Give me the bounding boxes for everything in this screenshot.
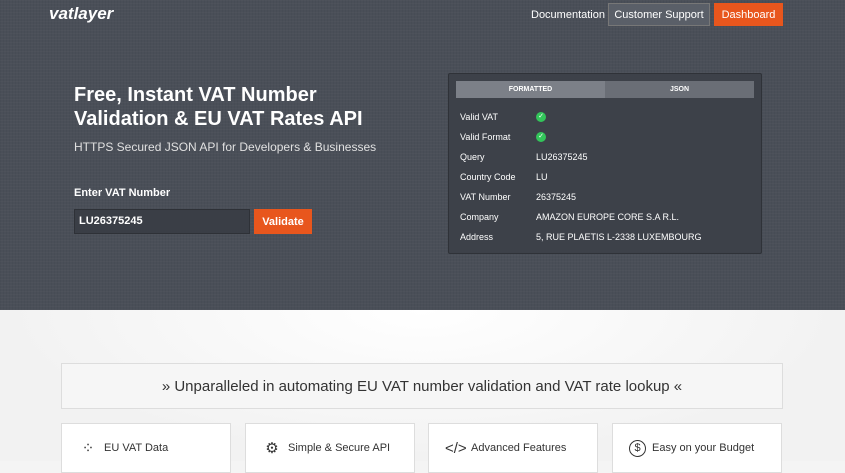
- feature-label: Easy on your Budget: [652, 442, 755, 454]
- feature-card: ⁘ EU VAT Data: [61, 423, 231, 473]
- feature-label: EU VAT Data: [104, 442, 169, 454]
- validate-button[interactable]: Validate: [254, 209, 312, 234]
- gears-icon: ⚙: [265, 440, 279, 457]
- row-value: LU: [536, 172, 548, 182]
- result-row: Valid Format ✓: [460, 132, 546, 142]
- row-value: AMAZON EUROPE CORE S.A R.L.: [536, 212, 680, 222]
- feature-label: Simple & Secure API: [288, 442, 391, 454]
- row-value: 5, RUE PLAETIS L-2338 LUXEMBOURG: [536, 232, 702, 242]
- row-value: LU26375245: [536, 152, 588, 162]
- row-key: Country Code: [460, 172, 516, 182]
- page-title: Free, Instant VAT Number Validation & EU…: [74, 84, 363, 130]
- result-row: Query LU26375245: [460, 152, 588, 162]
- subtitle: HTTPS Secured JSON API for Developers & …: [74, 140, 377, 154]
- vat-number-input[interactable]: LU26375245: [74, 209, 250, 234]
- feature-card: </> Advanced Features: [428, 423, 598, 473]
- row-value: 26375245: [536, 192, 577, 202]
- vat-input-label: Enter VAT Number: [74, 187, 171, 199]
- feature-card: ⚙ Simple & Secure API: [245, 423, 415, 473]
- row-key: VAT Number: [460, 192, 511, 202]
- result-row: Valid VAT ✓: [460, 112, 546, 122]
- result-row: Address 5, RUE PLAETIS L-2338 LUXEMBOURG: [460, 232, 702, 242]
- result-row: VAT Number 26375245: [460, 192, 576, 202]
- result-row: Country Code LU: [460, 172, 548, 182]
- result-panel: FORMATTED JSON Valid VAT ✓ Valid Format ✓ …: [448, 73, 762, 254]
- row-key: Valid Format: [460, 132, 511, 142]
- row-key: Address: [460, 232, 494, 242]
- tagline-banner: » Unparalleled in automating EU VAT numb…: [61, 363, 783, 409]
- dollar-icon: $: [629, 439, 646, 457]
- check-icon: ✓: [536, 132, 546, 142]
- logo[interactable]: vatlayer: [49, 4, 113, 24]
- hero-section: vatlayer Documentation Customer Support …: [0, 0, 845, 310]
- code-icon: </>: [445, 439, 467, 457]
- row-key: Query: [460, 152, 485, 162]
- eu-stars-icon: ⁘: [81, 440, 95, 457]
- feature-card: $ Easy on your Budget: [612, 423, 782, 473]
- row-key: Valid VAT: [460, 112, 499, 122]
- documentation-link[interactable]: Documentation: [531, 9, 605, 21]
- row-key: Company: [460, 212, 499, 222]
- dashboard-button[interactable]: Dashboard: [714, 3, 783, 26]
- tab-json[interactable]: JSON: [605, 81, 754, 98]
- customer-support-button[interactable]: Customer Support: [608, 3, 710, 26]
- feature-label: Advanced Features: [471, 442, 567, 454]
- check-icon: ✓: [536, 112, 546, 122]
- result-row: Company AMAZON EUROPE CORE S.A R.L.: [460, 212, 679, 222]
- tab-formatted[interactable]: FORMATTED: [456, 81, 605, 98]
